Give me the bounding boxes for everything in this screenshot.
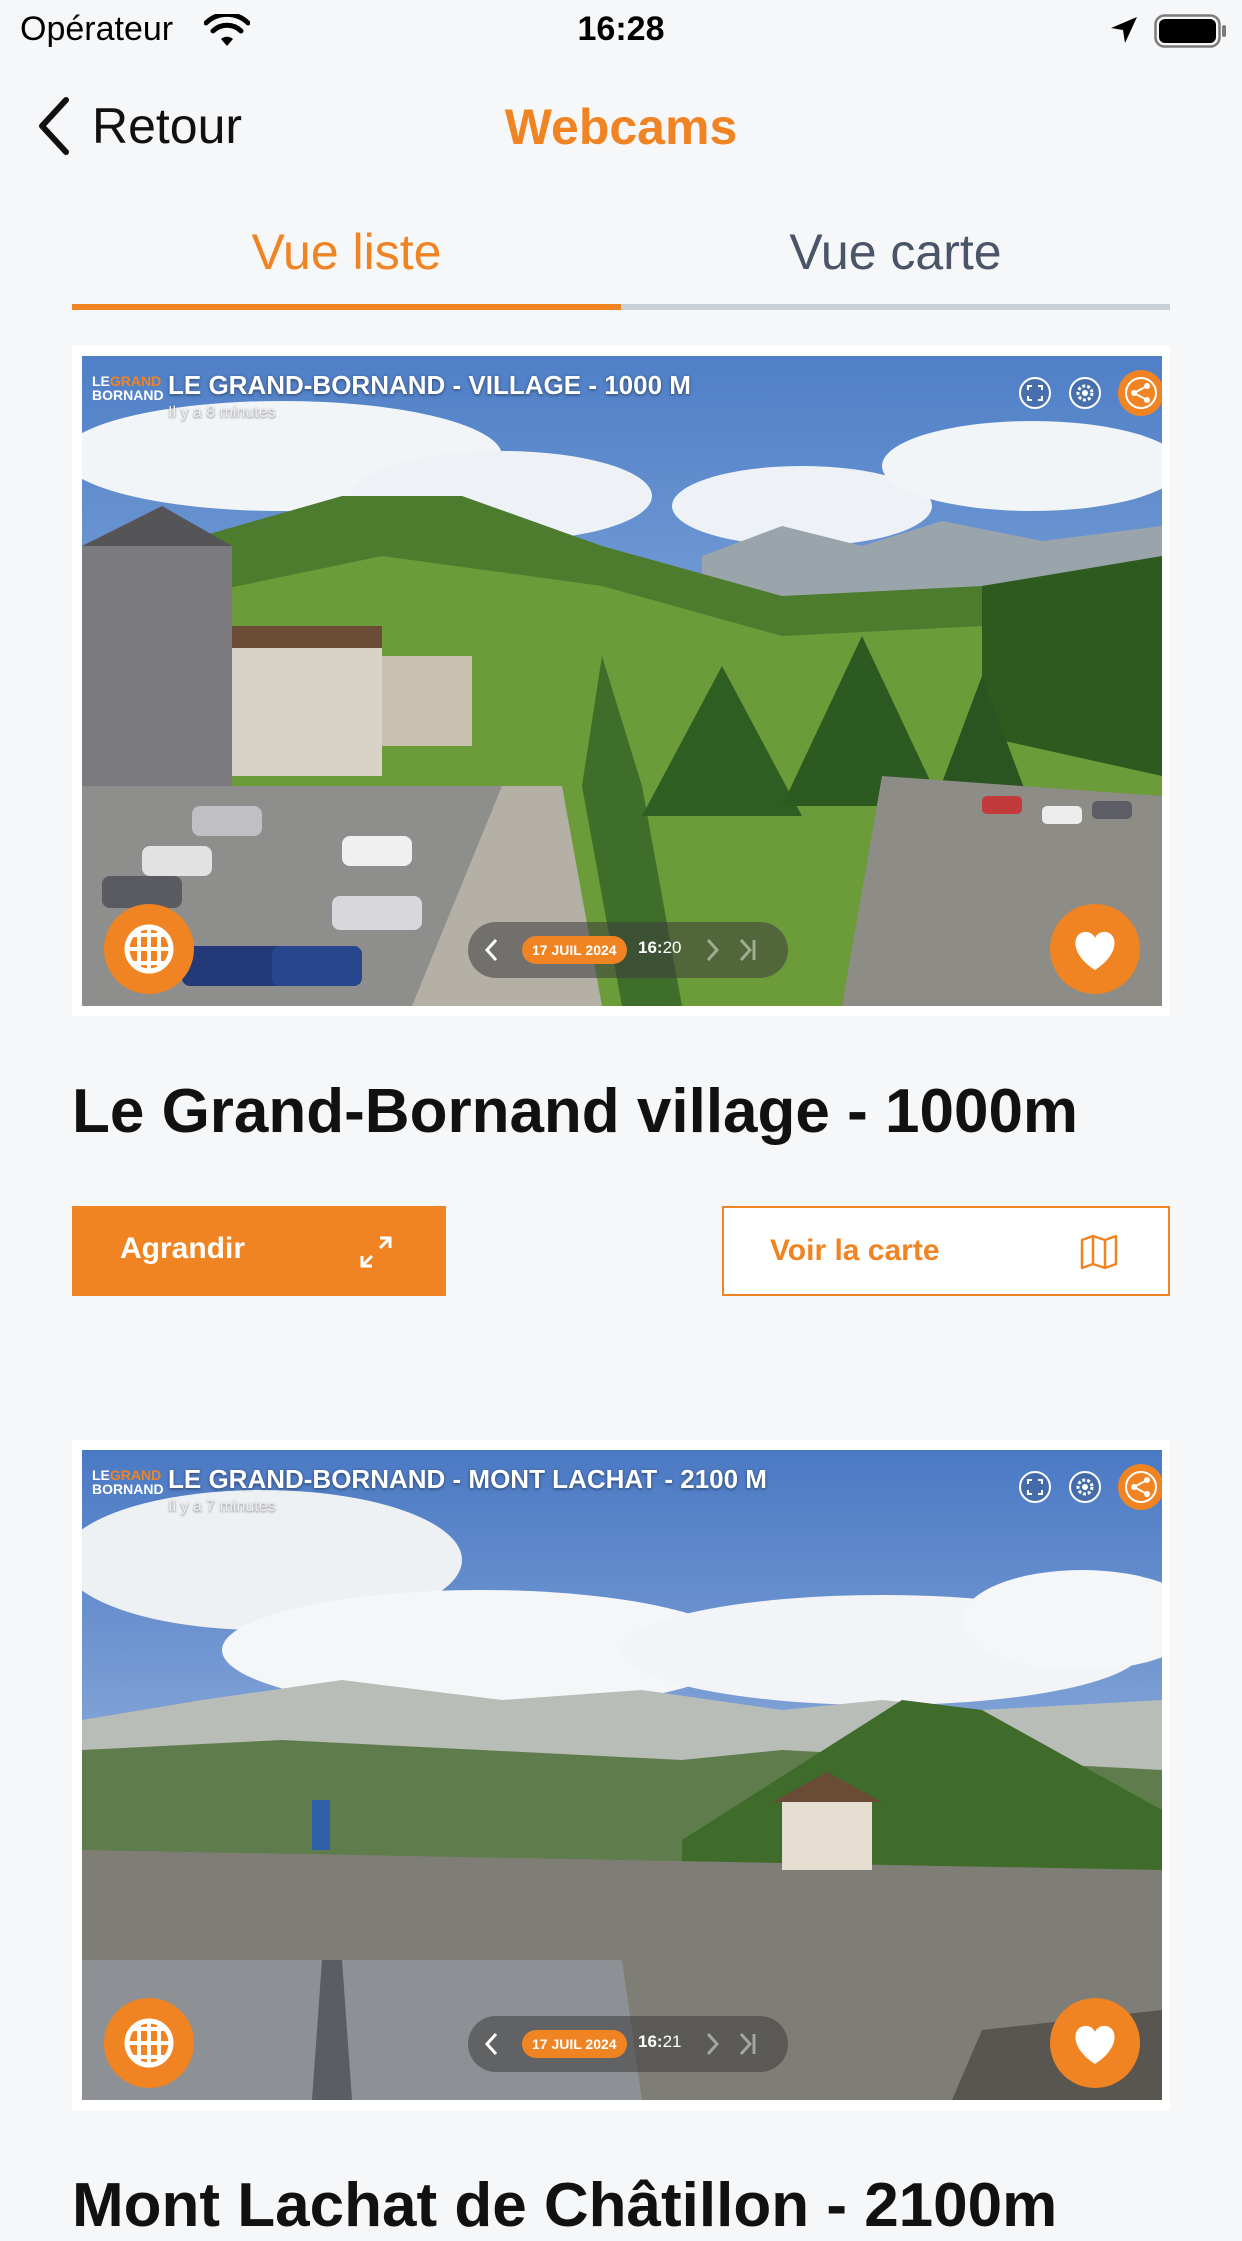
webcam-overlay-subtitle: Il y a 8 minutes	[168, 404, 276, 421]
last-icon[interactable]	[738, 938, 758, 962]
timeline-bar: 17 JUIL 2024 16:20	[468, 922, 788, 978]
fullscreen-icon[interactable]	[1018, 1470, 1052, 1504]
tab-divider	[621, 304, 1170, 310]
panorama-grid-icon	[124, 924, 174, 974]
next-icon[interactable]	[704, 2032, 720, 2056]
timeline-date-badge[interactable]: 17 JUIL 2024	[522, 2030, 627, 2058]
share-icon	[1125, 377, 1157, 409]
share-button[interactable]	[1118, 1464, 1162, 1510]
webcam-overlay-subtitle: Il y a 7 minutes	[168, 1498, 276, 1515]
last-icon[interactable]	[738, 2032, 758, 2056]
agrandir-label: Agrandir	[120, 1232, 246, 1265]
panorama-grid-button[interactable]	[104, 1998, 194, 2088]
panorama-grid-icon	[124, 2018, 174, 2068]
webcam-title: Le Grand-Bornand village - 1000m	[72, 1077, 1079, 1146]
active-tab-indicator	[72, 304, 621, 310]
webcam-overlay-title: LE GRAND-BORNAND - VILLAGE - 1000 M	[168, 370, 691, 400]
webcam-brand-logo: LEGRAND BORNAND	[92, 373, 164, 403]
share-button[interactable]	[1118, 370, 1162, 416]
settings-icon[interactable]	[1068, 1470, 1102, 1504]
share-icon	[1125, 1471, 1157, 1503]
battery-icon	[1154, 14, 1226, 48]
webcam-scene-village	[82, 356, 1162, 1006]
heart-icon	[1075, 2025, 1115, 2064]
agrandir-button[interactable]: Agrandir	[72, 1206, 446, 1296]
previous-icon[interactable]	[484, 938, 500, 962]
webcam-title: Mont Lachat de Châtillon - 2100m	[72, 2171, 1058, 2240]
map-icon	[1080, 1234, 1118, 1270]
timeline-time: 16:21	[638, 2032, 682, 2051]
expand-icon	[360, 1236, 392, 1268]
timeline-bar: 17 JUIL 2024 16:21	[468, 2016, 788, 2072]
page-title: Webcams	[504, 99, 738, 155]
previous-icon[interactable]	[484, 2032, 500, 2056]
heart-icon	[1075, 931, 1115, 970]
view-tabs: Vue liste Vue carte	[72, 216, 1170, 312]
voir-carte-button[interactable]: Voir la carte	[722, 1206, 1170, 1296]
favorite-button[interactable]	[1050, 1998, 1140, 2088]
voir-carte-label: Voir la carte	[770, 1234, 940, 1267]
webcam-overlay-title: LE GRAND-BORNAND - MONT LACHAT - 2100 M	[168, 1464, 767, 1494]
webcam-frame: LEGRAND BORNAND LE GRAND-BORNAND - MONT …	[72, 1440, 1170, 2110]
favorite-button[interactable]	[1050, 904, 1140, 994]
panorama-grid-button[interactable]	[104, 904, 194, 994]
webcam-brand-logo: LEGRAND BORNAND	[92, 1467, 164, 1497]
location-arrow-icon	[1111, 17, 1137, 43]
webcam-image[interactable]: LEGRAND BORNAND LE GRAND-BORNAND - VILLA…	[82, 356, 1162, 1006]
tab-map-view[interactable]: Vue carte	[621, 216, 1170, 306]
timeline-date-badge[interactable]: 17 JUIL 2024	[522, 936, 627, 964]
status-bar: Opérateur 16:28	[0, 0, 1242, 60]
webcam-scene-mont-lachat	[82, 1450, 1162, 2100]
next-icon[interactable]	[704, 938, 720, 962]
fullscreen-icon[interactable]	[1018, 376, 1052, 410]
settings-icon[interactable]	[1068, 376, 1102, 410]
timeline-time: 16:20	[638, 938, 682, 957]
webcam-frame: LEGRAND BORNAND LE GRAND-BORNAND - VILLA…	[72, 346, 1170, 1016]
tab-list-view[interactable]: Vue liste	[72, 216, 621, 306]
clock: 16:28	[577, 10, 665, 48]
webcam-image[interactable]: LEGRAND BORNAND LE GRAND-BORNAND - MONT …	[82, 1450, 1162, 2100]
